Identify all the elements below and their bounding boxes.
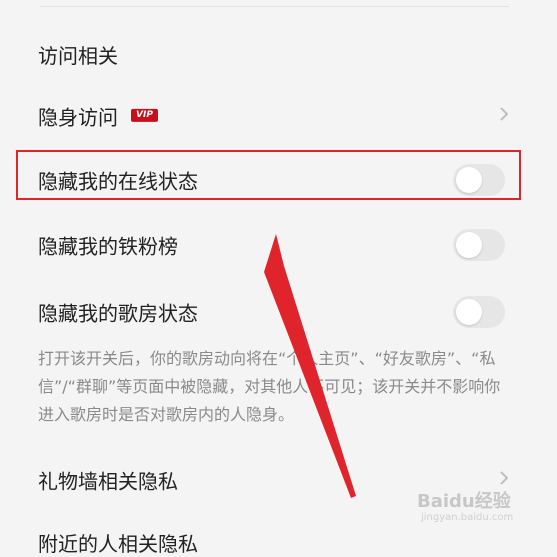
watermark-subtext: jingyan.baidu.com <box>421 512 514 523</box>
watermark-text: Baidu经验 <box>417 491 511 512</box>
annotation-arrow-icon <box>264 234 356 498</box>
baidu-jingyan-watermark: Baidu经验 jingyan.baidu.com <box>415 484 541 528</box>
